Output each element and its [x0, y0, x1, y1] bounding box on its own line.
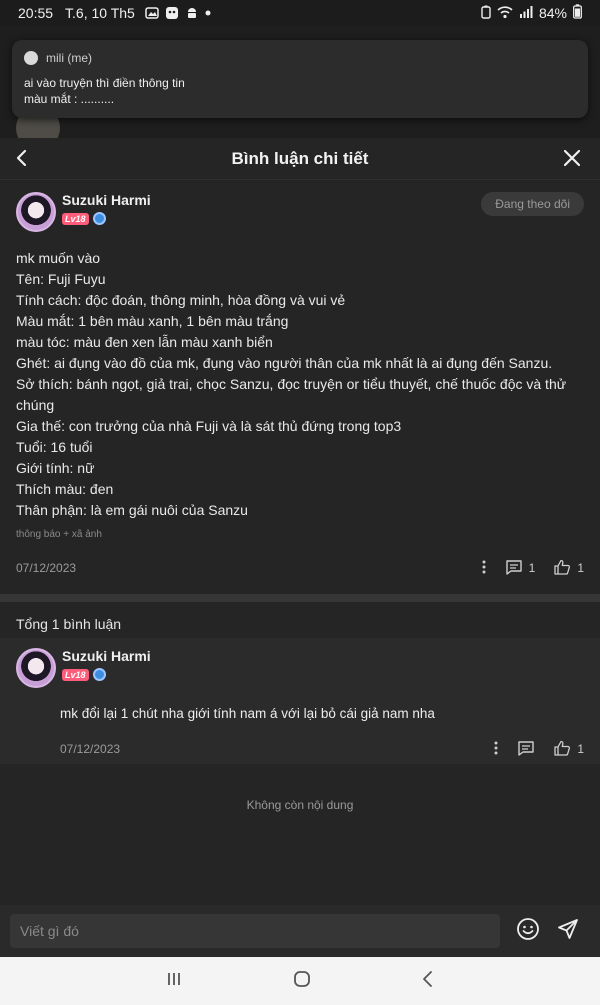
level-badge: Lv18 — [62, 212, 89, 225]
end-of-content: Không còn nội dung — [246, 798, 354, 812]
sender-avatar — [24, 51, 38, 65]
thumbs-up-icon — [553, 740, 571, 759]
author-name[interactable]: Suzuki Harmi — [62, 648, 151, 664]
gallery-notification-icon — [145, 6, 159, 20]
sheet-header: Bình luận chi tiết — [0, 138, 600, 180]
notification-sender: mili (me) — [46, 51, 92, 65]
comment-button[interactable]: 1 — [505, 559, 536, 578]
post-line: Tuổi: 16 tuổi — [16, 439, 93, 455]
avatar[interactable] — [16, 192, 56, 232]
status-date: T.6, 10 Th5 — [65, 5, 135, 21]
list-item: Suzuki Harmi Lv18 mk đổi lại 1 chút nha … — [0, 638, 600, 764]
status-time: 20:55 — [18, 5, 54, 21]
post-date: 07/12/2023 — [16, 561, 77, 575]
author-badges: Lv18 — [62, 212, 151, 225]
like-count: 1 — [577, 561, 584, 575]
like-button[interactable]: 1 — [553, 740, 584, 759]
like-count: 1 — [577, 742, 584, 756]
comment-action-group: 1 — [493, 740, 584, 759]
following-button[interactable]: Đang theo dõi — [481, 192, 584, 216]
comment-input[interactable] — [10, 914, 500, 948]
close-icon[interactable] — [562, 148, 582, 173]
post-line: Gia thế: con trưởng của nhà Fuji và là s… — [16, 418, 402, 434]
post-line: mk muốn vào — [16, 250, 101, 266]
comment-date: 07/12/2023 — [60, 742, 121, 756]
post-line: Sở thích: bánh ngọt, giả trai, chọc Sanz… — [16, 376, 567, 413]
more-vertical-icon — [493, 740, 499, 759]
main-post: Suzuki Harmi Lv18 Đang theo dõi mk muốn … — [0, 192, 600, 578]
comment-total: Tổng 1 bình luận — [16, 616, 122, 632]
post-line: Tên: Fuji Fuyu — [16, 271, 106, 287]
dot-icon — [205, 10, 211, 16]
post-line: Màu mắt: 1 bên màu xanh, 1 bên màu trắng — [16, 313, 289, 329]
more-options-button[interactable] — [493, 740, 499, 759]
post-line: Thích màu: đen — [16, 481, 114, 497]
recent-apps-icon[interactable] — [165, 970, 183, 993]
comment-icon — [505, 559, 523, 578]
battery-saver-icon — [481, 5, 491, 22]
comment-icon — [517, 740, 535, 759]
reply-button[interactable] — [517, 740, 535, 759]
more-options-button[interactable] — [481, 559, 487, 578]
send-button[interactable] — [556, 917, 580, 946]
more-vertical-icon — [481, 559, 487, 578]
post-line: Thân phận: là em gái nuôi của Sanzu — [16, 502, 248, 518]
notification-sender-row: mili (me) — [24, 51, 576, 65]
system-back-icon[interactable] — [421, 970, 435, 993]
post-note: thông báo + xã ảnh — [16, 529, 102, 540]
notification-popup[interactable]: mili (me) ai vào truyện thì điền thông t… — [12, 40, 588, 118]
comment-text: mk đổi lại 1 chút nha giới tính nam á vớ… — [60, 706, 435, 721]
battery-percent: 84% — [538, 5, 567, 21]
verified-badge-icon — [92, 668, 106, 681]
home-icon[interactable] — [292, 969, 312, 994]
author-info: Suzuki Harmi Lv18 — [62, 648, 151, 681]
post-actions: 07/12/2023 1 1 — [16, 558, 584, 578]
post-author-row: Suzuki Harmi Lv18 Đang theo dõi — [16, 192, 584, 238]
comment-detail-sheet: Bình luận chi tiết Suzuki Harmi Lv18 Đan… — [0, 138, 600, 905]
signal-icon — [519, 5, 533, 22]
comment-author-row: Suzuki Harmi Lv18 — [16, 648, 584, 694]
avatar[interactable] — [16, 648, 56, 688]
post-line: Giới tính: nữ — [16, 460, 95, 476]
status-bar: 20:55 T.6, 10 Th5 84% — [0, 0, 600, 26]
system-nav-bar — [0, 957, 600, 1005]
android-notification-icon — [185, 6, 199, 20]
comment-actions: 07/12/2023 1 — [60, 739, 584, 759]
thumbs-up-icon — [553, 559, 571, 578]
comment-input-bar — [0, 905, 600, 957]
verified-badge-icon — [92, 212, 106, 225]
post-content: mk muốn vào Tên: Fuji Fuyu Tính cách: độ… — [16, 248, 584, 521]
post-line: Ghét: ai đụng vào đồ của mk, đụng vào ng… — [16, 355, 553, 371]
author-name[interactable]: Suzuki Harmi — [62, 192, 151, 208]
post-action-group: 1 1 — [481, 559, 584, 578]
emoji-button[interactable] — [516, 917, 540, 946]
app-notification-icon — [165, 6, 179, 20]
post-line: màu tóc: màu đen xen lẫn màu xanh biển — [16, 334, 273, 350]
wifi-icon — [497, 5, 513, 22]
emoji-icon — [516, 917, 540, 946]
comment-count: 1 — [528, 561, 536, 575]
like-button[interactable]: 1 — [553, 559, 584, 578]
notification-message: ai vào truyện thì điền thông tin màu mắt… — [24, 76, 185, 106]
author-info: Suzuki Harmi Lv18 — [62, 192, 151, 225]
level-badge: Lv18 — [62, 668, 89, 681]
author-badges: Lv18 — [62, 668, 151, 681]
section-divider — [0, 594, 600, 602]
post-line: Tính cách: độc đoán, thông minh, hòa đồn… — [16, 292, 346, 308]
send-icon — [556, 917, 580, 946]
status-right: 84% — [481, 4, 582, 22]
battery-icon — [573, 4, 582, 22]
back-icon[interactable] — [14, 148, 30, 173]
page-title: Bình luận chi tiết — [231, 148, 369, 168]
